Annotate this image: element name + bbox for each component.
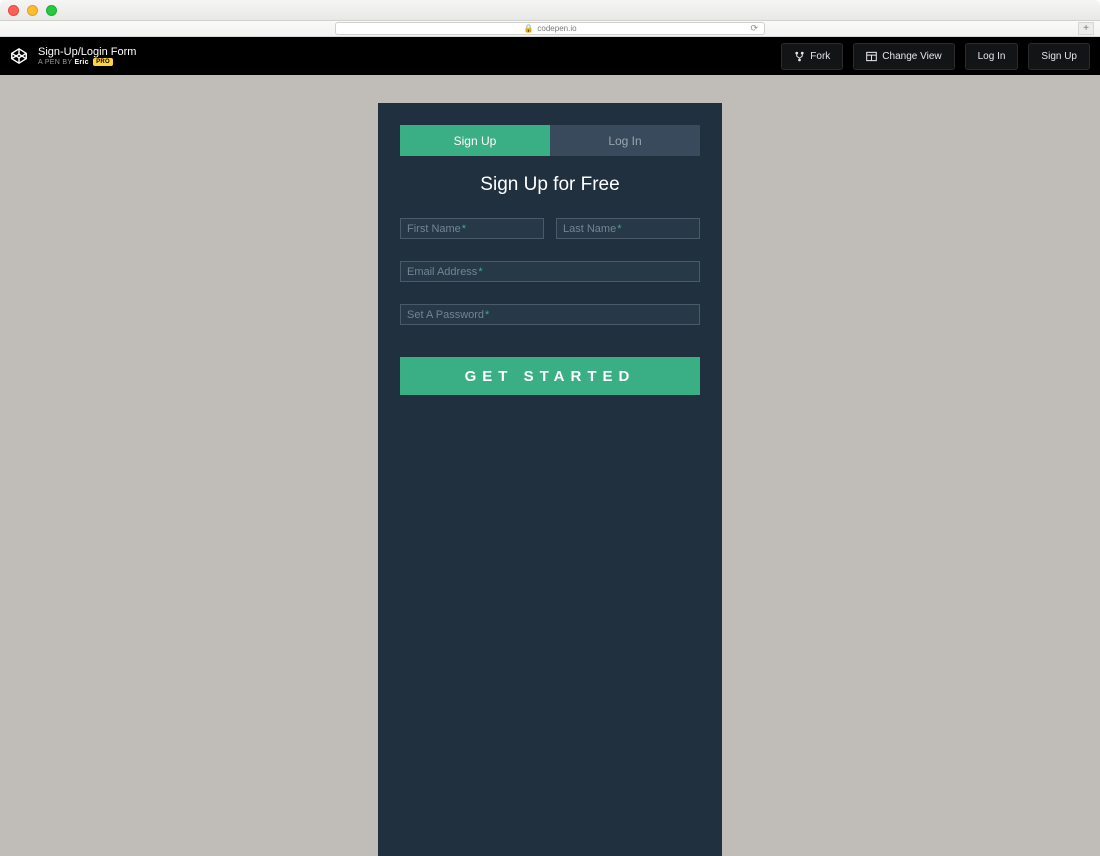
required-marker: * [478, 266, 482, 278]
first-name-placeholder: First Name [407, 223, 461, 235]
header-login-button[interactable]: Log In [965, 43, 1019, 70]
submit-label: GET STARTED [465, 368, 636, 385]
browser-toolbar: 🔒 codepen.io ⟳ + [0, 21, 1100, 37]
get-started-button[interactable]: GET STARTED [400, 357, 700, 395]
fork-button[interactable]: Fork [781, 43, 843, 70]
preview-pane: Sign Up Log In Sign Up for Free First Na… [0, 75, 1100, 856]
password-field[interactable]: Set A Password* [400, 304, 700, 325]
required-marker: * [617, 223, 621, 235]
first-name-field[interactable]: First Name* [400, 218, 544, 239]
pen-subtitle: A PEN BY Eric PRO [38, 58, 136, 67]
codepen-header: Sign-Up/Login Form A PEN BY Eric PRO For… [0, 37, 1100, 75]
header-signup-button[interactable]: Sign Up [1028, 43, 1090, 70]
last-name-placeholder: Last Name [563, 223, 616, 235]
change-view-label: Change View [882, 51, 941, 62]
name-row: First Name* Last Name* [400, 218, 700, 239]
signup-form-card: Sign Up Log In Sign Up for Free First Na… [378, 103, 722, 856]
tab-login-label: Log In [608, 134, 641, 148]
tab-signup[interactable]: Sign Up [400, 125, 550, 156]
url-text: codepen.io [537, 24, 576, 33]
subtitle-prefix: A PEN BY [38, 59, 72, 66]
header-signup-label: Sign Up [1041, 51, 1077, 62]
lock-icon: 🔒 [523, 24, 533, 33]
zoom-window-button[interactable] [46, 5, 57, 16]
pro-badge: PRO [93, 58, 113, 67]
minimize-window-button[interactable] [27, 5, 38, 16]
fork-icon [794, 51, 805, 62]
tab-login[interactable]: Log In [550, 125, 700, 156]
reload-icon[interactable]: ⟳ [750, 23, 758, 34]
last-name-field[interactable]: Last Name* [556, 218, 700, 239]
traffic-lights [8, 5, 57, 16]
new-tab-button[interactable]: + [1078, 22, 1094, 35]
header-login-label: Log In [978, 51, 1006, 62]
change-view-button[interactable]: Change View [853, 43, 954, 70]
pen-title-block: Sign-Up/Login Form A PEN BY Eric PRO [38, 46, 136, 67]
pen-title: Sign-Up/Login Form [38, 46, 136, 58]
codepen-logo-icon [10, 47, 28, 65]
tab-signup-label: Sign Up [454, 134, 497, 148]
email-row: Email Address* [400, 261, 700, 282]
close-window-button[interactable] [8, 5, 19, 16]
fork-label: Fork [810, 51, 830, 62]
mac-titlebar [0, 0, 1100, 21]
password-placeholder: Set A Password [407, 309, 484, 321]
url-bar[interactable]: 🔒 codepen.io ⟳ [335, 22, 765, 35]
form-tabs: Sign Up Log In [400, 125, 700, 156]
layout-icon [866, 51, 877, 62]
email-placeholder: Email Address [407, 266, 477, 278]
required-marker: * [462, 223, 466, 235]
required-marker: * [485, 309, 489, 321]
password-row: Set A Password* [400, 304, 700, 325]
form-title: Sign Up for Free [400, 174, 700, 196]
pen-author: Eric [74, 59, 88, 66]
email-field[interactable]: Email Address* [400, 261, 700, 282]
